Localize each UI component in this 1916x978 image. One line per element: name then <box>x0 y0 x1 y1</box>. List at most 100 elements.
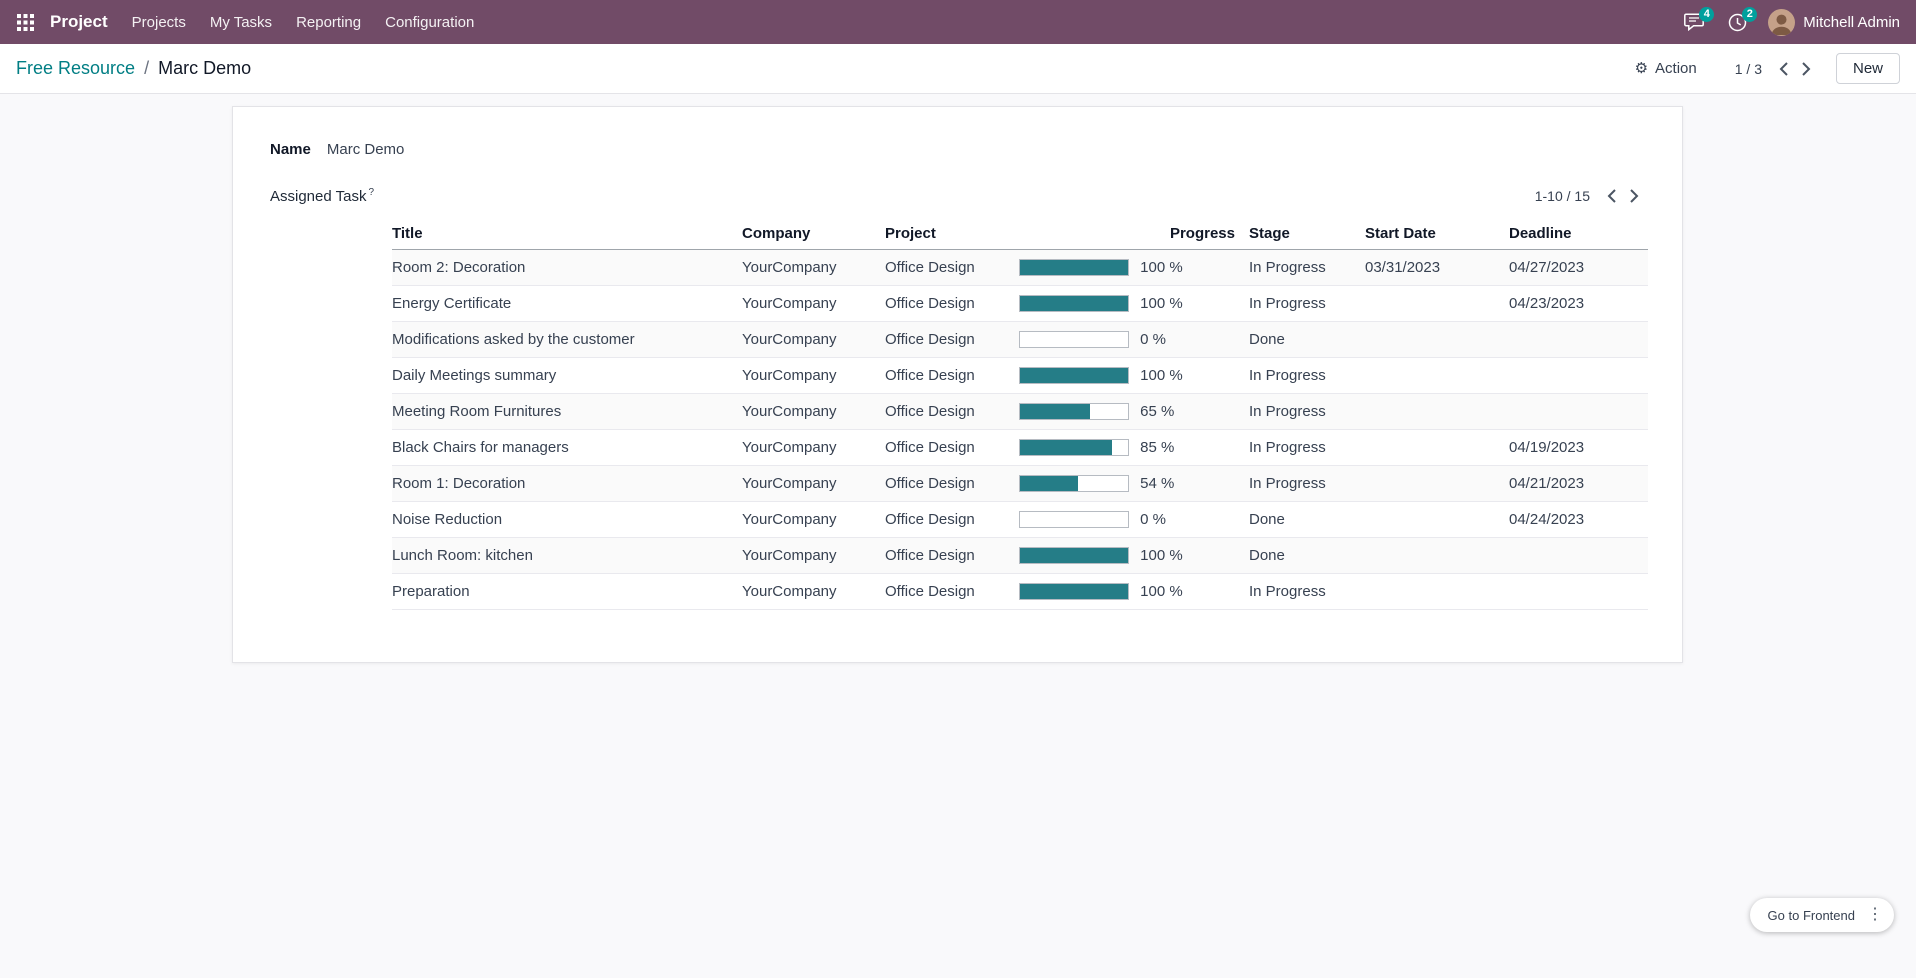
task-stage-cell: Done <box>1249 502 1365 538</box>
progress-bar <box>1019 439 1129 456</box>
navbar-left: Project Projects My Tasks Reporting Conf… <box>8 2 486 43</box>
task-project-cell: Office Design <box>885 466 1019 502</box>
task-progress-cell: 100 % <box>1019 250 1249 286</box>
task-start-date-cell <box>1365 358 1509 394</box>
task-row[interactable]: Energy Certificate YourCompany Office De… <box>392 286 1648 322</box>
task-project-cell: Office Design <box>885 538 1019 574</box>
column-header-title[interactable]: Title <box>392 218 742 250</box>
list-prev-button[interactable] <box>1600 182 1623 210</box>
app-name[interactable]: Project <box>43 12 120 32</box>
task-row[interactable]: Preparation YourCompany Office Design 10… <box>392 574 1648 610</box>
progress-percent-label: 100 % <box>1140 547 1183 564</box>
progress-percent-label: 100 % <box>1140 367 1183 384</box>
task-project-cell: Office Design <box>885 394 1019 430</box>
column-header-deadline[interactable]: Deadline <box>1509 218 1648 250</box>
nav-item-configuration[interactable]: Configuration <box>373 2 486 43</box>
task-progress-cell: 65 % <box>1019 394 1249 430</box>
top-navbar: Project Projects My Tasks Reporting Conf… <box>0 0 1916 44</box>
task-start-date-cell <box>1365 286 1509 322</box>
kebab-icon: ⋮ <box>1867 907 1883 923</box>
field-help-marker: ? <box>368 187 374 198</box>
action-menu-button[interactable]: ⚙ Action <box>1627 54 1705 83</box>
nav-item-reporting[interactable]: Reporting <box>284 2 373 43</box>
task-progress-cell: 85 % <box>1019 430 1249 466</box>
task-row[interactable]: Room 1: Decoration YourCompany Office De… <box>392 466 1648 502</box>
next-record-button[interactable] <box>1795 55 1818 83</box>
task-row[interactable]: Noise Reduction YourCompany Office Desig… <box>392 502 1648 538</box>
task-start-date-cell <box>1365 322 1509 358</box>
task-start-date-cell <box>1365 430 1509 466</box>
column-header-stage[interactable]: Stage <box>1249 218 1365 250</box>
task-row[interactable]: Room 2: Decoration YourCompany Office De… <box>392 250 1648 286</box>
progress-percent-label: 100 % <box>1140 583 1183 600</box>
column-header-progress[interactable]: Progress <box>1019 218 1249 250</box>
task-progress-cell: 0 % <box>1019 322 1249 358</box>
task-progress-cell: 100 % <box>1019 286 1249 322</box>
task-row[interactable]: Modifications asked by the customer Your… <box>392 322 1648 358</box>
activities-badge: 2 <box>1742 7 1757 22</box>
progress-bar-fill <box>1020 260 1128 275</box>
user-name: Mitchell Admin <box>1803 14 1900 31</box>
task-table-body: Room 2: Decoration YourCompany Office De… <box>392 250 1648 610</box>
task-company-cell: YourCompany <box>742 250 885 286</box>
task-company-cell: YourCompany <box>742 466 885 502</box>
task-stage-cell: Done <box>1249 538 1365 574</box>
progress-bar <box>1019 511 1129 528</box>
task-company-cell: YourCompany <box>742 394 885 430</box>
task-stage-cell: In Progress <box>1249 286 1365 322</box>
task-title-cell: Energy Certificate <box>392 286 742 322</box>
name-field-value[interactable]: Marc Demo <box>327 141 405 158</box>
breadcrumb-parent[interactable]: Free Resource <box>16 58 135 79</box>
task-progress-cell: 100 % <box>1019 538 1249 574</box>
chevron-left-icon <box>1607 189 1616 203</box>
breadcrumb-separator: / <box>144 58 149 79</box>
task-project-cell: Office Design <box>885 286 1019 322</box>
progress-bar <box>1019 475 1129 492</box>
task-stage-cell: In Progress <box>1249 358 1365 394</box>
progress-bar <box>1019 583 1129 600</box>
nav-item-projects[interactable]: Projects <box>120 2 198 43</box>
progress-percent-label: 85 % <box>1140 439 1174 456</box>
avatar <box>1768 9 1795 36</box>
column-header-project[interactable]: Project <box>885 218 1019 250</box>
messages-badge: 4 <box>1699 7 1714 22</box>
task-company-cell: YourCompany <box>742 430 885 466</box>
task-row[interactable]: Meeting Room Furnitures YourCompany Offi… <box>392 394 1648 430</box>
task-start-date-cell <box>1365 394 1509 430</box>
task-progress-cell: 0 % <box>1019 502 1249 538</box>
list-next-button[interactable] <box>1623 182 1646 210</box>
task-stage-cell: In Progress <box>1249 430 1365 466</box>
task-title-cell: Meeting Room Furnitures <box>392 394 742 430</box>
fab-kebab-button[interactable]: ⋮ <box>1861 901 1889 929</box>
column-header-start-date[interactable]: Start Date <box>1365 218 1509 250</box>
nav-item-my-tasks[interactable]: My Tasks <box>198 2 284 43</box>
activities-button[interactable]: 2 <box>1717 6 1758 39</box>
task-stage-cell: Done <box>1249 322 1365 358</box>
task-title-cell: Modifications asked by the customer <box>392 322 742 358</box>
progress-bar <box>1019 367 1129 384</box>
new-button[interactable]: New <box>1836 53 1900 84</box>
task-title-cell: Black Chairs for managers <box>392 430 742 466</box>
progress-bar <box>1019 331 1129 348</box>
gear-icon: ⚙ <box>1635 61 1648 76</box>
progress-percent-label: 0 % <box>1140 331 1166 348</box>
list-pager-count: 1-10 / 15 <box>1535 188 1590 204</box>
column-header-company[interactable]: Company <box>742 218 885 250</box>
task-deadline-cell <box>1509 574 1648 610</box>
assigned-task-table: Title Company Project Progress Stage Sta… <box>392 218 1648 610</box>
task-title-cell: Lunch Room: kitchen <box>392 538 742 574</box>
prev-record-button[interactable] <box>1772 55 1795 83</box>
task-deadline-cell <box>1509 538 1648 574</box>
go-to-frontend-button[interactable]: Go to Frontend <box>1764 902 1859 929</box>
name-field-label: Name <box>270 141 311 158</box>
apps-grid-icon <box>17 14 34 31</box>
user-menu[interactable]: Mitchell Admin <box>1760 5 1902 40</box>
list-pager: 1-10 / 15 <box>1535 182 1646 210</box>
apps-menu-button[interactable] <box>8 8 43 37</box>
progress-bar-fill <box>1020 548 1128 563</box>
task-row[interactable]: Daily Meetings summary YourCompany Offic… <box>392 358 1648 394</box>
messages-button[interactable]: 4 <box>1673 6 1715 38</box>
task-row[interactable]: Black Chairs for managers YourCompany Of… <box>392 430 1648 466</box>
main-content: Name Marc Demo Assigned Task? 1-10 / 15 <box>0 94 1916 978</box>
task-row[interactable]: Lunch Room: kitchen YourCompany Office D… <box>392 538 1648 574</box>
